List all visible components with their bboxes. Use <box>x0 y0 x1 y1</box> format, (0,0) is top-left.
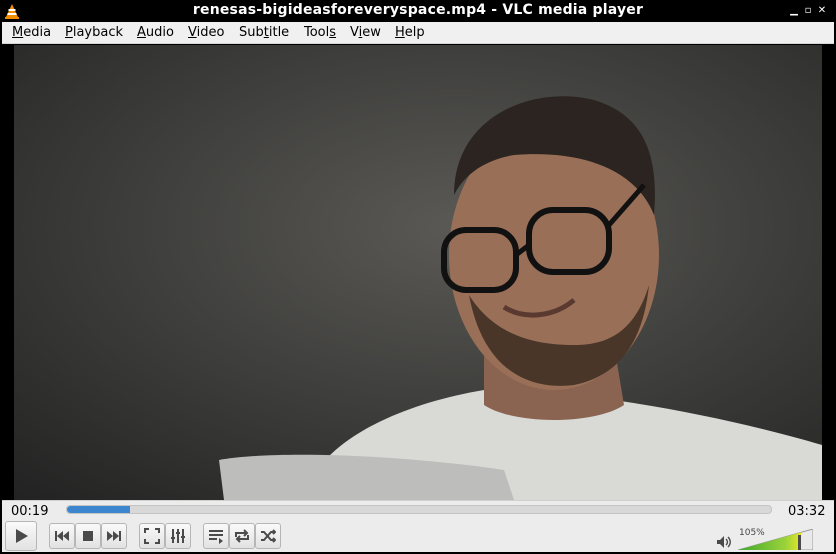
next-icon <box>107 531 121 541</box>
maximize-icon[interactable]: ▫ <box>801 3 815 19</box>
close-icon[interactable]: ✕ <box>815 3 829 19</box>
menu-help[interactable]: Help <box>395 25 425 40</box>
previous-button[interactable] <box>49 523 75 549</box>
extended-settings-button[interactable] <box>165 523 191 549</box>
elapsed-time[interactable]: 00:19 <box>11 504 48 519</box>
play-icon <box>16 529 28 543</box>
next-button[interactable] <box>101 523 127 549</box>
loop-button[interactable] <box>229 523 255 549</box>
menu-media[interactable]: Media <box>12 25 51 40</box>
menu-tools[interactable]: Tools <box>304 25 336 40</box>
loop-icon <box>235 529 249 543</box>
menu-playback[interactable]: Playback <box>65 25 123 40</box>
volume-knob[interactable] <box>798 535 801 550</box>
total-time[interactable]: 03:32 <box>788 504 825 519</box>
menu-bar: Media Playback Audio Video Subtitle Tool… <box>2 22 834 44</box>
menu-subtitle[interactable]: Subtitle <box>239 25 289 40</box>
previous-icon <box>55 531 69 541</box>
shuffle-icon <box>261 529 276 543</box>
minimize-icon[interactable]: ▁ <box>787 3 801 19</box>
fullscreen-button[interactable] <box>139 523 165 549</box>
seek-progress <box>67 506 131 513</box>
menu-audio[interactable]: Audio <box>137 25 174 40</box>
stop-icon <box>83 531 93 541</box>
shuffle-button[interactable] <box>255 523 281 549</box>
menu-video[interactable]: Video <box>188 25 224 40</box>
video-content <box>14 45 822 500</box>
playlist-icon <box>209 530 223 544</box>
fullscreen-icon <box>144 528 160 544</box>
playlist-button[interactable] <box>203 523 229 549</box>
equalizer-icon <box>171 529 185 543</box>
volume-slider[interactable] <box>738 529 813 550</box>
window-title: renesas-bigideasforeveryspace.mp4 - VLC … <box>192 2 644 18</box>
controls-panel: 00:19 03:32 105% <box>2 500 834 552</box>
menu-view[interactable]: View <box>350 25 381 40</box>
seek-slider[interactable] <box>66 505 772 514</box>
video-frame[interactable] <box>14 45 822 500</box>
title-bar: renesas-bigideasforeveryspace.mp4 - VLC … <box>0 0 836 22</box>
stop-button[interactable] <box>75 523 101 549</box>
play-button[interactable] <box>5 521 37 551</box>
speaker-icon[interactable] <box>716 535 732 549</box>
